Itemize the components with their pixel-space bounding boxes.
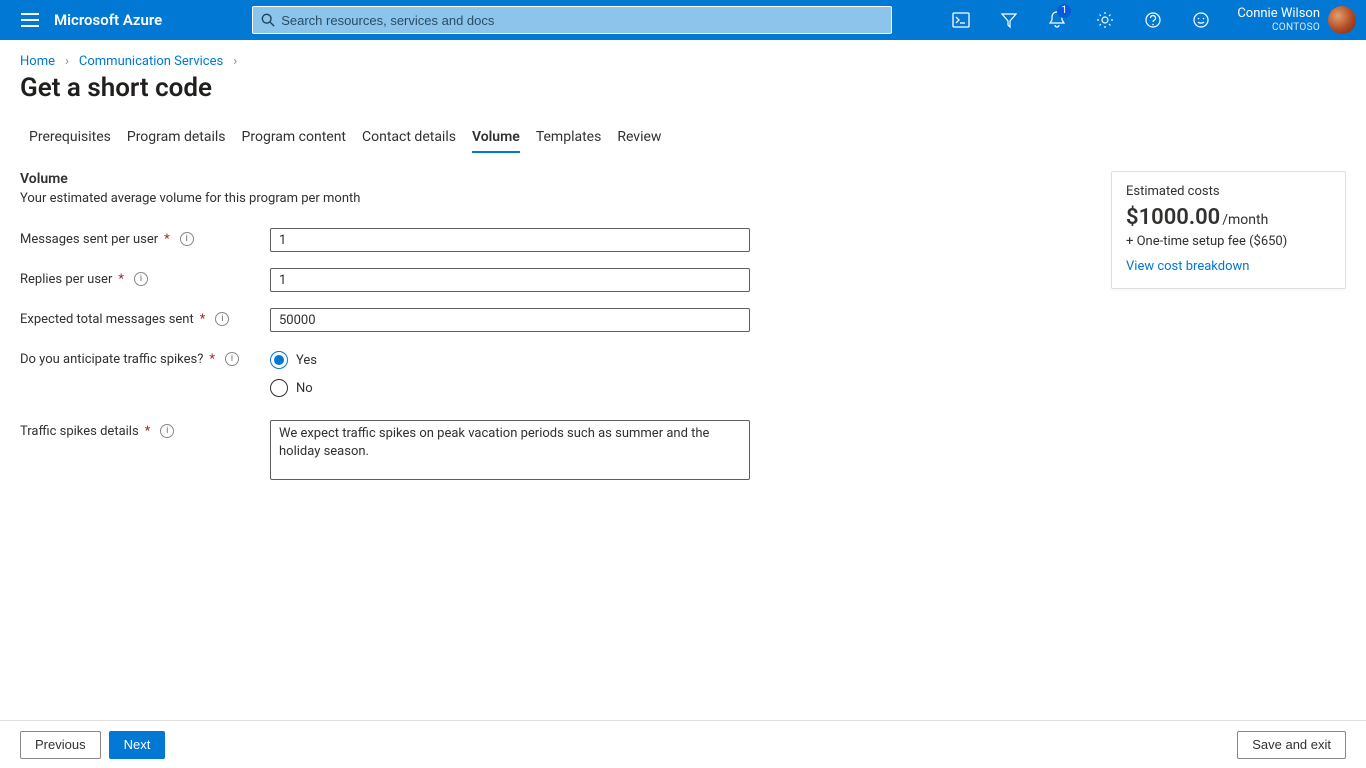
cost-title: Estimated costs [1126,184,1331,199]
cost-main: $1000.00 /month [1126,205,1331,230]
chevron-right-icon: › [233,54,237,69]
expected-total-input[interactable] [270,308,750,332]
page-title: Get a short code [0,73,1366,121]
info-icon[interactable]: i [160,424,174,438]
info-icon[interactable]: i [225,352,239,366]
brand-label: Microsoft Azure [54,11,162,29]
search-input[interactable] [281,13,883,28]
radio-yes-label: Yes [296,353,317,368]
label-spikes-details-text: Traffic spikes details [20,424,139,439]
row-replies: Replies per user * i [20,268,1091,292]
estimated-costs-card: Estimated costs $1000.00 /month + One-ti… [1111,171,1346,289]
search-icon [261,13,275,27]
help-icon [1145,12,1161,28]
section-description: Your estimated average volume for this p… [20,191,1091,206]
label-messages-sent: Messages sent per user * i [20,228,270,252]
label-expected-total-text: Expected total messages sent [20,312,194,327]
required-asterisk: * [209,352,215,367]
filter-icon [1000,11,1018,29]
tab-program-content[interactable]: Program content [242,121,346,155]
row-traffic-spikes: Do you anticipate traffic spikes? * i Yes… [20,348,1091,404]
required-asterisk: * [145,424,151,439]
chevron-right-icon: › [65,54,69,69]
breadcrumb-comm-services[interactable]: Communication Services [79,54,223,69]
feedback-icon [1193,12,1209,28]
cost-amount: $1000.00 [1126,205,1220,230]
user-name-label: Connie Wilson [1237,7,1320,21]
info-icon[interactable]: i [134,272,148,286]
user-text: Connie Wilson CONTOSO [1237,7,1320,32]
row-expected-total: Expected total messages sent * i [20,308,1091,332]
cloud-shell-icon [952,12,970,28]
cost-suffix: /month [1222,212,1268,228]
label-messages-sent-text: Messages sent per user [20,232,158,247]
avatar [1328,6,1356,34]
settings-button[interactable] [1081,0,1129,40]
search-box[interactable] [252,6,892,34]
previous-button[interactable]: Previous [20,731,101,759]
radio-option-no[interactable]: No [270,376,750,400]
radio-no-label: No [296,381,313,396]
required-asterisk: * [118,272,124,287]
search-container [252,6,892,34]
radio-icon [270,351,288,369]
notifications-button[interactable]: 1 [1033,0,1081,40]
nav-menu-button[interactable] [10,0,50,40]
tabs: Prerequisites Program details Program co… [9,121,1366,155]
help-button[interactable] [1129,0,1177,40]
top-actions: 1 Connie Wilson CONTOSO [937,0,1356,40]
hamburger-icon [21,13,39,27]
info-icon[interactable]: i [215,312,229,326]
gear-icon [1096,11,1114,29]
radio-icon [270,379,288,397]
radio-option-yes[interactable]: Yes [270,348,750,372]
tab-review[interactable]: Review [617,121,661,155]
tab-volume[interactable]: Volume [472,121,520,155]
spikes-details-input[interactable] [270,420,750,480]
info-icon[interactable]: i [180,232,194,246]
required-asterisk: * [200,312,206,327]
view-cost-breakdown-link[interactable]: View cost breakdown [1126,259,1249,274]
tab-prerequisites[interactable]: Prerequisites [29,121,111,155]
wizard-footer: Previous Next Save and exit [0,720,1366,768]
save-and-exit-button[interactable]: Save and exit [1237,731,1346,759]
row-spikes-details: Traffic spikes details * i [20,420,1091,484]
label-replies: Replies per user * i [20,268,270,292]
required-asterisk: * [164,232,170,247]
cloud-shell-button[interactable] [937,0,985,40]
label-expected-total: Expected total messages sent * i [20,308,270,332]
messages-sent-input[interactable] [270,228,750,252]
notifications-badge: 1 [1057,4,1071,18]
label-traffic-spikes-text: Do you anticipate traffic spikes? [20,352,203,367]
form-column: Volume Your estimated average volume for… [20,171,1091,500]
breadcrumb-home[interactable]: Home [20,54,55,69]
label-replies-text: Replies per user [20,272,112,287]
tab-program-details[interactable]: Program details [127,121,226,155]
row-messages-sent: Messages sent per user * i [20,228,1091,252]
tab-templates[interactable]: Templates [536,121,602,155]
label-traffic-spikes: Do you anticipate traffic spikes? * i [20,348,270,404]
replies-input[interactable] [270,268,750,292]
user-tenant-label: CONTOSO [1237,22,1320,33]
cost-fee: + One-time setup fee ($650) [1126,234,1331,249]
next-button[interactable]: Next [109,731,166,759]
feedback-button[interactable] [1177,0,1225,40]
section-heading: Volume [20,171,1091,187]
tab-contact-details[interactable]: Contact details [362,121,456,155]
directory-filter-button[interactable] [985,0,1033,40]
user-menu[interactable]: Connie Wilson CONTOSO [1225,6,1356,34]
main-content: Volume Your estimated average volume for… [0,155,1366,500]
breadcrumb: Home › Communication Services › [0,40,1366,73]
label-spikes-details: Traffic spikes details * i [20,420,270,484]
topbar: Microsoft Azure 1 [0,0,1366,40]
